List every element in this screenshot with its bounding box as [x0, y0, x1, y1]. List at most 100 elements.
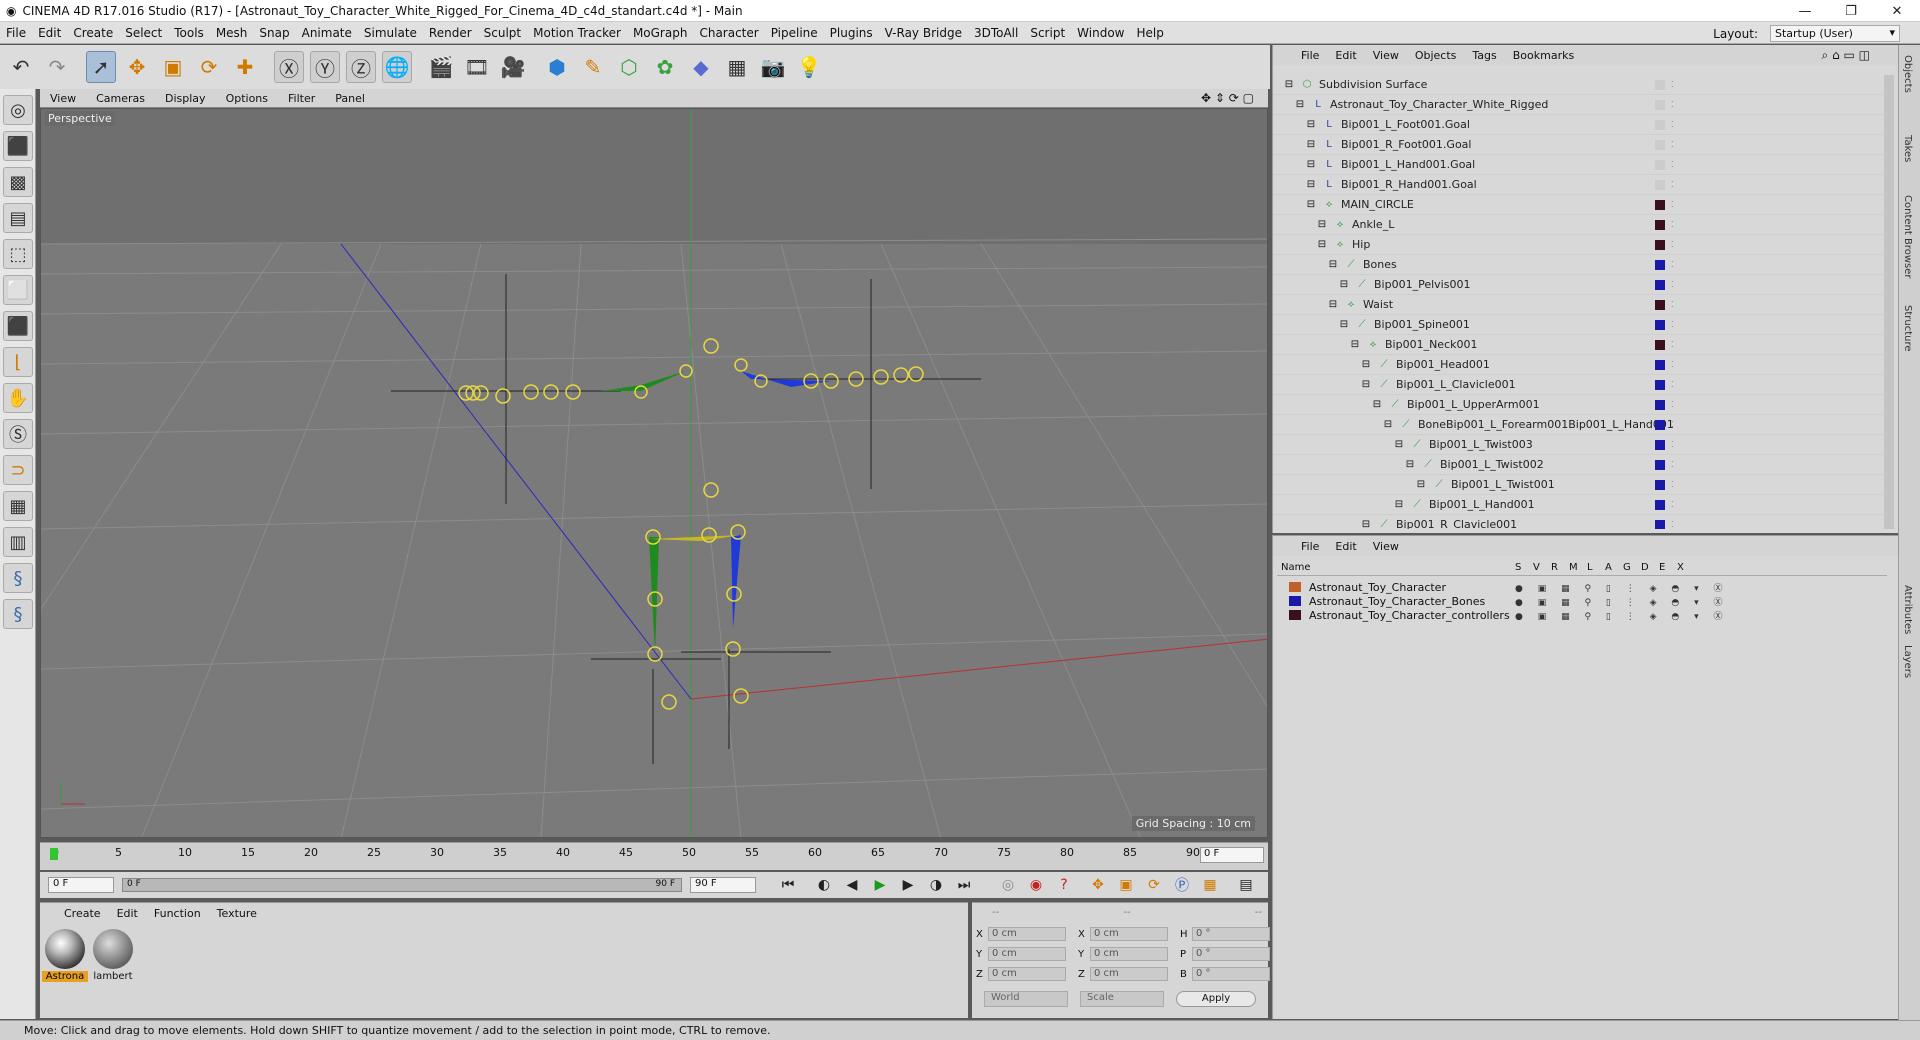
keyframe-selection-icon[interactable]: ?	[1052, 874, 1076, 896]
layer-color-swatch[interactable]	[1655, 319, 1665, 330]
lock-workplane-icon[interactable]: ▦	[3, 491, 33, 521]
layer-color-swatch[interactable]	[1289, 582, 1301, 592]
object-row[interactable]: ⊟ ⟋ Bip001_L_Twist002 ⁚	[1273, 455, 1883, 475]
key-scale-icon[interactable]: ▣	[1114, 874, 1138, 896]
objects-menu-view[interactable]: View	[1365, 49, 1407, 62]
menu-create[interactable]: Create	[67, 26, 119, 40]
object-row[interactable]: ⊟ ⟋ Bip001_L_Twist003 ⁚	[1273, 435, 1883, 455]
planar-workplane-icon[interactable]: ▥	[3, 527, 33, 557]
previous-key-icon[interactable]: ◐	[812, 874, 836, 896]
material-menu-texture[interactable]: Texture	[209, 907, 265, 920]
coord-field[interactable]: 0 cm	[1090, 947, 1168, 961]
visibility-dots-icon[interactable]: ⁚	[1671, 200, 1674, 209]
visibility-dots-icon[interactable]: ⁚	[1671, 500, 1674, 509]
coord-mode-dropdown[interactable]: Scale	[1080, 991, 1164, 1007]
visibility-dots-icon[interactable]: ⁚	[1671, 360, 1674, 369]
material-swatch[interactable]: Astrona	[42, 929, 88, 982]
start-frame-field[interactable]: 0 F	[48, 877, 114, 893]
objects-menu-bookmarks[interactable]: Bookmarks	[1505, 49, 1582, 62]
layer-color-swatch[interactable]	[1655, 299, 1665, 310]
python-generator-icon[interactable]: §	[3, 599, 33, 629]
menu-plugins[interactable]: Plugins	[824, 26, 879, 40]
menu-snap[interactable]: Snap	[253, 26, 295, 40]
object-row[interactable]: ⊟ L Astronaut_Toy_Character_White_Rigged ⁚	[1273, 95, 1883, 115]
layer-color-swatch[interactable]	[1655, 419, 1665, 430]
next-key-icon[interactable]: ◑	[924, 874, 948, 896]
expand-icon[interactable]: ⊟	[1305, 139, 1317, 151]
magnet-icon[interactable]: ⊃	[3, 455, 33, 485]
menu-file[interactable]: File	[0, 26, 32, 40]
world-coord-icon[interactable]: 🌐	[382, 51, 412, 83]
menu-mograph[interactable]: MoGraph	[627, 26, 694, 40]
object-row[interactable]: ⊟ ⟋ BoneBip001_L_Forearm001Bip001_L_Hand00…	[1273, 415, 1883, 435]
viewport-menu-cameras[interactable]: Cameras	[86, 92, 155, 105]
key-rotation-icon[interactable]: ⟳	[1142, 874, 1166, 896]
viewport-menu-display[interactable]: Display	[155, 92, 216, 105]
key-position-icon[interactable]: ✥	[1086, 874, 1110, 896]
menu-sculpt[interactable]: Sculpt	[478, 26, 527, 40]
array-icon[interactable]: ✿	[650, 51, 680, 83]
visibility-dots-icon[interactable]: ⁚	[1671, 300, 1674, 309]
menu-pipeline[interactable]: Pipeline	[765, 26, 824, 40]
render-picture-viewer-icon[interactable]: 🎞	[462, 51, 492, 83]
layer-color-swatch[interactable]	[1655, 119, 1665, 130]
expand-icon[interactable]: ⊟	[1338, 279, 1350, 291]
viewport-menu-options[interactable]: Options	[216, 92, 278, 105]
object-row[interactable]: ⊟ ⬡ Subdivision Surface ⁚	[1273, 75, 1883, 95]
object-row[interactable]: ⊟ ⟋ Bip001_L_Clavicle001 ⁚	[1273, 375, 1883, 395]
render-settings-icon[interactable]: 🎥	[498, 51, 528, 83]
layers-menu-edit[interactable]: Edit	[1327, 540, 1364, 553]
object-row[interactable]: ⊟ ⟡ Bip001_Neck001 ⁚	[1273, 335, 1883, 355]
layer-flags-icons[interactable]: ● ▣ ▦ ⚲ ▯ ⋮ ◈ ◓ ▾ Ⓧ	[1515, 595, 1728, 608]
expand-icon[interactable]: ⊟	[1305, 159, 1317, 171]
expand-icon[interactable]: ⊟	[1327, 259, 1339, 271]
coord-system-dropdown[interactable]: World	[984, 991, 1068, 1007]
tab-structure[interactable]: Structure	[1902, 305, 1913, 352]
expand-icon[interactable]: ⊟	[1415, 479, 1427, 491]
layer-color-swatch[interactable]	[1655, 479, 1665, 490]
subdivision-icon[interactable]: ⬡	[614, 51, 644, 83]
coord-field[interactable]: 0 cm	[1090, 927, 1168, 941]
cube-icon[interactable]: ⬢	[542, 51, 572, 83]
menu-script[interactable]: Script	[1024, 26, 1071, 40]
visibility-dots-icon[interactable]: ⁚	[1671, 460, 1674, 469]
layer-color-swatch[interactable]	[1655, 259, 1665, 270]
python-icon[interactable]: §	[3, 563, 33, 593]
menu-help[interactable]: Help	[1130, 26, 1169, 40]
object-scrollbar[interactable]	[1884, 75, 1894, 529]
playhead[interactable]	[50, 848, 58, 860]
coord-field[interactable]: 0 °	[1192, 967, 1270, 981]
render-view-icon[interactable]: 🎬	[426, 51, 456, 83]
expand-icon[interactable]: ⊟	[1382, 419, 1394, 431]
objects-menu-objects[interactable]: Objects	[1407, 49, 1465, 62]
light-icon[interactable]: 💡	[794, 51, 824, 83]
visibility-dots-icon[interactable]: ⁚	[1671, 120, 1674, 129]
menu-animate[interactable]: Animate	[296, 26, 358, 40]
expand-icon[interactable]: ⊟	[1360, 379, 1372, 391]
visibility-dots-icon[interactable]: ⁚	[1671, 400, 1674, 409]
coord-field[interactable]: 0 cm	[988, 967, 1066, 981]
move-tool-icon[interactable]: ✥	[122, 51, 152, 83]
autokey-icon[interactable]: ◉	[1024, 874, 1048, 896]
objects-menu-file[interactable]: File	[1293, 49, 1327, 62]
layer-color-swatch[interactable]	[1655, 239, 1665, 250]
polygons-mode-icon[interactable]: ⬛	[3, 311, 33, 341]
layer-color-swatch[interactable]	[1289, 610, 1301, 620]
visibility-dots-icon[interactable]: ⁚	[1671, 420, 1674, 429]
axis-mode-icon[interactable]: ⌊	[3, 347, 33, 377]
close-button[interactable]: ✕	[1874, 0, 1920, 22]
viewport-menu-panel[interactable]: Panel	[325, 92, 375, 105]
visibility-dots-icon[interactable]: ⁚	[1671, 440, 1674, 449]
menu-tools[interactable]: Tools	[168, 26, 210, 40]
layers-menu-file[interactable]: File	[1293, 540, 1327, 553]
visibility-dots-icon[interactable]: ⁚	[1671, 240, 1674, 249]
object-row[interactable]: ⊟ ⟋ Bip001_L_Hand001 ⁚	[1273, 495, 1883, 515]
layer-color-swatch[interactable]	[1655, 339, 1665, 350]
visibility-dots-icon[interactable]: ⁚	[1671, 380, 1674, 389]
points-mode-icon[interactable]: ⬚	[3, 239, 33, 269]
tab-layers[interactable]: Layers	[1902, 645, 1913, 678]
layout-dropdown[interactable]: Startup (User)	[1770, 25, 1900, 42]
expand-icon[interactable]: ⊟	[1305, 119, 1317, 131]
x-axis-icon[interactable]: Ⓧ	[274, 51, 304, 83]
menu-character[interactable]: Character	[693, 26, 764, 40]
